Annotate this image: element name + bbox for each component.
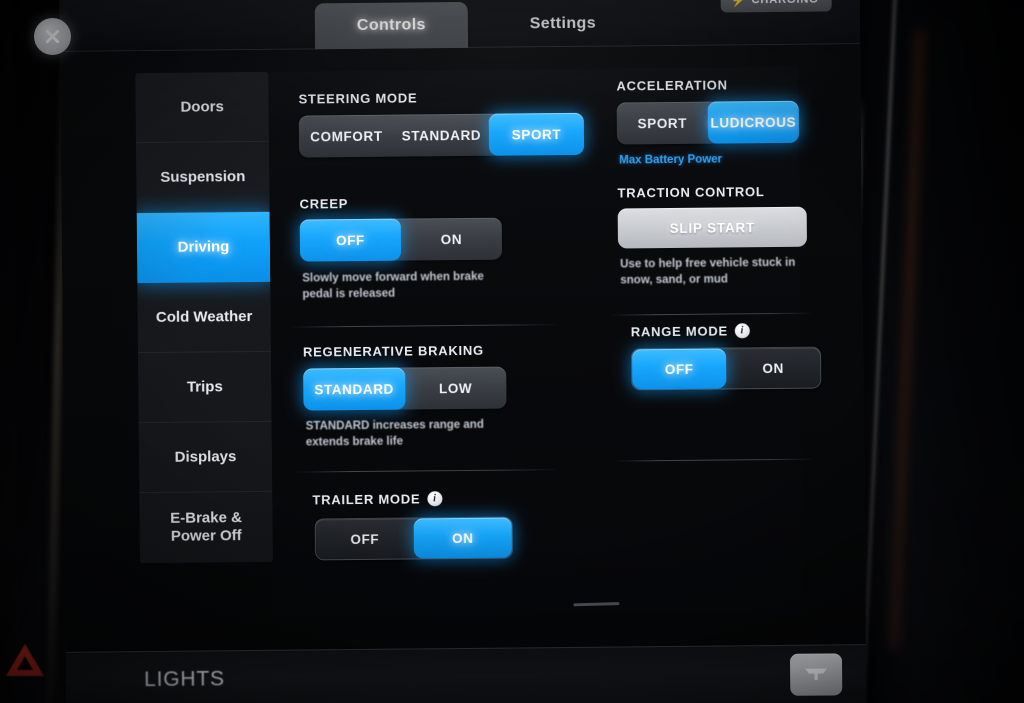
acceleration-label: ACCELERATION (616, 77, 727, 93)
touchscreen-display: Controls Settings ⚡ CHARGING Doors Suspe… (59, 0, 867, 703)
trailer-mode-option-on[interactable]: ON (413, 517, 512, 559)
sidebar-item-label: Driving (177, 238, 230, 256)
sidebar-item-displays[interactable]: Displays (138, 421, 273, 494)
sidebar-item-label: Suspension (160, 167, 246, 186)
headlight-icon (805, 668, 828, 681)
steering-mode-segmented-control[interactable]: COMFORT STANDARD SPORT (298, 112, 585, 158)
acceleration-option-ludicrous[interactable]: LUDICROUS (707, 100, 800, 144)
regenerative-braking-help-text: STANDARD increases range and extends bra… (305, 418, 484, 449)
slip-start-label: SLIP START (669, 219, 756, 236)
range-mode-option-on[interactable]: ON (726, 348, 820, 389)
section-divider-left (290, 324, 556, 328)
max-battery-power-note: Max Battery Power (619, 153, 723, 167)
range-mode-option-off[interactable]: OFF (631, 348, 727, 390)
option-label: SPORT (637, 115, 688, 131)
sidebar-item-driving[interactable]: Driving (136, 211, 271, 284)
tab-settings[interactable]: Settings (488, 0, 638, 47)
slip-start-button[interactable]: SLIP START (617, 206, 808, 249)
hazard-lights-button[interactable] (6, 644, 46, 680)
lights-section-title: LIGHTS (144, 667, 225, 692)
sidebar-item-label: E-Brake & Power Off (170, 509, 243, 545)
regenerative-braking-label-text: REGENERATIVE BRAKING (302, 342, 484, 360)
trailer-mode-option-off[interactable]: OFF (316, 518, 414, 559)
tab-settings-label: Settings (529, 14, 597, 33)
option-label: OFF (664, 361, 694, 377)
charging-status-badge[interactable]: ⚡ CHARGING (720, 0, 832, 13)
option-label: OFF (350, 531, 380, 547)
panel-scroll-indicator[interactable] (573, 602, 620, 607)
hazard-triangle-inner (17, 656, 33, 670)
trailer-mode-info-icon[interactable]: i (427, 491, 443, 507)
sidebar-item-label: Doors (180, 97, 224, 116)
sidebar-item-trips[interactable]: Trips (138, 351, 272, 424)
section-divider-range (616, 458, 813, 462)
creep-help-text: Slowly move forward when brake pedal is … (302, 270, 484, 301)
acceleration-segmented-control[interactable]: SPORT LUDICROUS (616, 100, 800, 145)
section-divider-right (610, 312, 811, 316)
dashboard-right-glow (887, 29, 927, 651)
option-label: SPORT (511, 126, 562, 143)
sidebar-item-label: Displays (174, 447, 237, 466)
tab-controls[interactable]: Controls (314, 1, 469, 50)
close-icon (45, 29, 60, 44)
sidebar-item-label: Trips (186, 377, 223, 396)
section-divider-trailer (294, 469, 557, 473)
acceleration-label-text: ACCELERATION (616, 77, 728, 94)
trailer-mode-label: TRAILER MODE i (312, 491, 443, 508)
range-mode-info-icon[interactable]: i (734, 323, 750, 339)
traction-control-help-text: Use to help free vehicle stuck in snow, … (620, 256, 796, 287)
sidebar-item-ebrake-power-off[interactable]: E-Brake & Power Off (139, 492, 273, 563)
traction-control-label-text: TRACTION CONTROL (617, 184, 765, 201)
range-mode-label: RANGE MODE i (631, 323, 750, 339)
option-label: ON (451, 530, 474, 546)
option-label: OFF (335, 232, 365, 248)
sidebar-item-cold-weather[interactable]: Cold Weather (137, 281, 271, 354)
regen-option-low[interactable]: LOW (405, 367, 507, 410)
trailer-mode-segmented-control[interactable]: OFF ON (314, 516, 513, 561)
option-label: STANDARD (401, 127, 482, 144)
controls-content-area: Doors Suspension Driving Cold Weather Tr… (60, 44, 866, 652)
creep-label-text: CREEP (299, 196, 349, 212)
photo-scene: Controls Settings ⚡ CHARGING Doors Suspe… (0, 0, 1024, 703)
traction-control-label: TRACTION CONTROL (617, 184, 764, 200)
regenerative-braking-segmented-control[interactable]: STANDARD LOW (303, 366, 507, 411)
steering-mode-option-comfort[interactable]: COMFORT (299, 115, 394, 158)
creep-option-off[interactable]: OFF (299, 218, 402, 262)
steering-mode-option-standard[interactable]: STANDARD (394, 114, 489, 157)
close-button[interactable] (34, 18, 71, 55)
sidebar-item-suspension[interactable]: Suspension (135, 141, 270, 214)
option-label: LOW (438, 380, 473, 396)
driving-options-panel: STEERING MODE COMFORT STANDARD SPORT ACC… (268, 66, 822, 617)
option-label: ON (440, 231, 463, 247)
lights-bottom-strip: LIGHTS (65, 644, 867, 703)
creep-label: CREEP (300, 196, 349, 211)
dashboard-right-panel (854, 0, 1024, 703)
steering-mode-label: STEERING MODE (299, 90, 418, 106)
headlight-toggle-button[interactable] (789, 653, 843, 696)
controls-sidebar: Doors Suspension Driving Cold Weather Tr… (135, 71, 274, 564)
sidebar-item-label: Cold Weather (155, 307, 253, 326)
steering-mode-option-sport[interactable]: SPORT (488, 112, 585, 156)
lightning-bolt-icon: ⚡ (730, 0, 746, 8)
option-label: STANDARD (314, 381, 394, 397)
regenerative-braking-label: REGENERATIVE BRAKING (303, 343, 484, 360)
sidebar-item-doors[interactable]: Doors (135, 71, 269, 144)
range-mode-segmented-control[interactable]: OFF ON (630, 346, 822, 391)
creep-segmented-control[interactable]: OFF ON (299, 217, 503, 262)
option-label: COMFORT (310, 128, 383, 144)
creep-option-on[interactable]: ON (401, 218, 502, 261)
range-mode-label-text: RANGE MODE (630, 323, 728, 340)
steering-mode-label-text: STEERING MODE (298, 90, 418, 107)
charging-label: CHARGING (751, 0, 818, 6)
trailer-mode-label-text: TRAILER MODE (312, 491, 421, 508)
option-label: LUDICROUS (710, 114, 797, 131)
option-label: ON (762, 360, 784, 376)
regen-option-standard[interactable]: STANDARD (303, 367, 406, 411)
acceleration-option-sport[interactable]: SPORT (617, 102, 708, 145)
tab-controls-label: Controls (356, 16, 426, 35)
